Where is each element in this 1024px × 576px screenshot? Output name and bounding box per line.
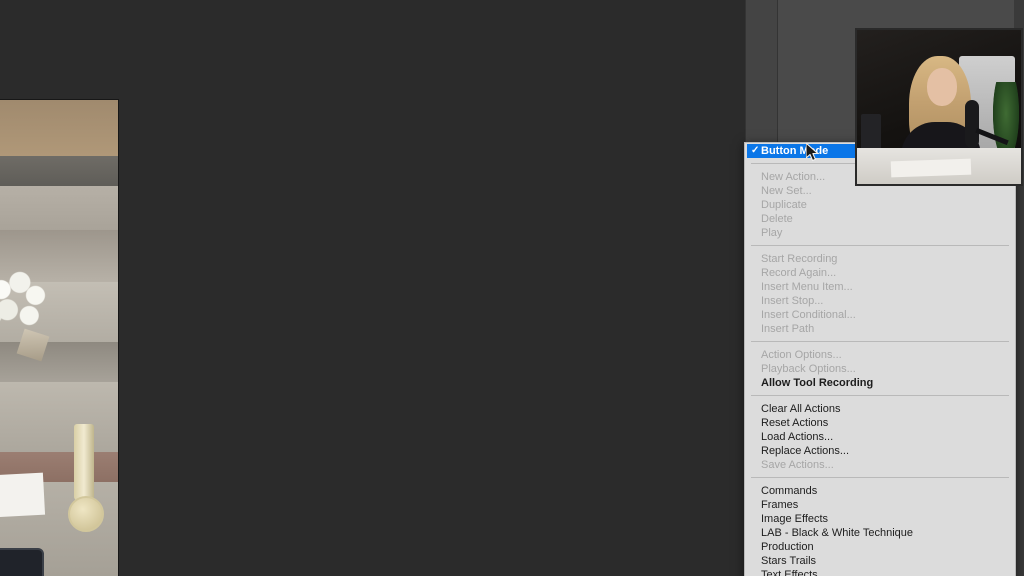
white-card (0, 472, 46, 518)
menu-item-save-actions: Save Actions... (745, 458, 1015, 472)
menu-separator (751, 341, 1009, 342)
document-thumbnail[interactable] (0, 100, 118, 576)
white-flowers (0, 268, 62, 340)
menu-item-label: New Action... (761, 171, 826, 183)
menu-item-label: Text Effects (761, 569, 818, 576)
menu-item-label: Insert Conditional... (761, 309, 856, 321)
menu-item-insert-conditional: Insert Conditional... (745, 308, 1015, 322)
canvas-area[interactable] (0, 0, 745, 576)
menu-item-new-set: New Set... (745, 184, 1015, 198)
menu-separator (751, 395, 1009, 396)
menu-item-frames[interactable]: Frames (745, 498, 1015, 512)
paper-sheet (890, 158, 972, 178)
wood-plank (0, 382, 118, 452)
menu-group: Action Options... Playback Options... Allo… (745, 347, 1015, 390)
menu-item-load-actions[interactable]: Load Actions... (745, 430, 1015, 444)
menu-item-reset-actions[interactable]: Reset Actions (745, 416, 1015, 430)
menu-item-commands[interactable]: Commands (745, 484, 1015, 498)
menu-item-play: Play (745, 226, 1015, 240)
menu-item-label: LAB - Black & White Technique (761, 527, 914, 539)
menu-separator (751, 245, 1009, 246)
menu-item-label: Playback Options... (761, 363, 856, 375)
menu-item-duplicate: Duplicate (745, 198, 1015, 212)
menu-item-record-again: Record Again... (745, 266, 1015, 280)
menu-item-label: Replace Actions... (761, 445, 850, 457)
menu-item-label: Insert Path (761, 323, 815, 335)
menu-item-label: Insert Stop... (761, 295, 824, 307)
menu-item-image-effects[interactable]: Image Effects (745, 512, 1015, 526)
arrow-pointer-icon (806, 143, 819, 162)
menu-item-label: Action Options... (761, 349, 842, 361)
menu-item-label: Commands (761, 485, 818, 497)
menu-item-label: Insert Menu Item... (761, 281, 853, 293)
wood-plank (0, 186, 118, 230)
smartphone (0, 548, 44, 576)
menu-item-label: Load Actions... (761, 431, 834, 443)
screen: ✓ Button Mode New Action... New Set... Dupli… (0, 0, 1024, 576)
check-icon: ✓ (751, 145, 760, 156)
menu-separator (751, 477, 1009, 478)
menu-item-clear-all-actions[interactable]: Clear All Actions (745, 402, 1015, 416)
menu-group: Clear All Actions Reset Actions Load Actio… (745, 401, 1015, 472)
wood-plank (0, 100, 118, 156)
menu-item-production[interactable]: Production (745, 540, 1015, 554)
menu-item-label: Duplicate (761, 199, 807, 211)
menu-item-label: Image Effects (761, 513, 829, 525)
menu-item-label: Record Again... (761, 267, 837, 279)
menu-item-label: Start Recording (761, 253, 838, 265)
menu-group: Commands Frames Image Effects LAB - Black &… (745, 483, 1015, 576)
wood-plank (0, 156, 118, 186)
menu-item-label: Reset Actions (761, 417, 829, 429)
menu-item-label: Delete (761, 213, 793, 225)
watch-face (68, 496, 104, 532)
microphone (965, 100, 979, 148)
menu-item-playback-options: Playback Options... (745, 362, 1015, 376)
menu-item-insert-path: Insert Path (745, 322, 1015, 336)
menu-group: Start Recording Record Again... Insert Men… (745, 251, 1015, 336)
menu-item-delete: Delete (745, 212, 1015, 226)
menu-item-allow-tool-recording[interactable]: Allow Tool Recording (745, 376, 1015, 390)
menu-item-label: Clear All Actions (761, 403, 841, 415)
menu-item-text-effects[interactable]: Text Effects (745, 568, 1015, 576)
menu-item-stars-trails[interactable]: Stars Trails (745, 554, 1015, 568)
menu-item-label: Save Actions... (761, 459, 834, 471)
menu-item-label: Play (761, 227, 783, 239)
menu-item-lab-black-white-technique[interactable]: LAB - Black & White Technique (745, 526, 1015, 540)
menu-item-label: New Set... (761, 185, 812, 197)
menu-item-insert-stop: Insert Stop... (745, 294, 1015, 308)
menu-item-replace-actions[interactable]: Replace Actions... (745, 444, 1015, 458)
actions-panel-flyout-menu[interactable]: ✓ Button Mode New Action... New Set... Dupli… (744, 142, 1016, 576)
menu-item-label: Production (761, 541, 814, 553)
presenter-face (927, 68, 957, 106)
watch-band (74, 424, 94, 500)
menu-item-label: Frames (761, 499, 799, 511)
menu-item-start-recording: Start Recording (745, 252, 1015, 266)
menu-item-insert-menu-item: Insert Menu Item... (745, 280, 1015, 294)
menu-item-label: Allow Tool Recording (761, 377, 874, 389)
menu-item-label: Stars Trails (761, 555, 817, 567)
presenter-webcam-overlay[interactable] (855, 28, 1023, 186)
menu-item-action-options: Action Options... (745, 348, 1015, 362)
